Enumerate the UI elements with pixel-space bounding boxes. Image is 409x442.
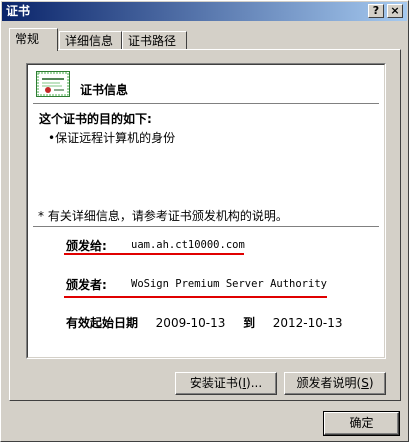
tab-general[interactable]: 常规 [9, 28, 58, 51]
issued-to-underline [64, 253, 244, 255]
close-button[interactable]: × [387, 4, 403, 18]
info-note: * 有关详细信息，请参考证书颁发机构的说明。 [38, 209, 288, 223]
tab-certification-path[interactable]: 证书路径 [122, 31, 187, 50]
divider [33, 226, 379, 227]
divider [33, 103, 379, 104]
purpose-heading: 这个证书的目的如下: [39, 112, 152, 126]
validity-row: 有效起始日期 2009-10-13 到 2012-10-13 [66, 314, 343, 331]
issuer-statement-button[interactable]: 颁发者说明(S) [284, 372, 386, 395]
issued-by-underline [64, 296, 327, 298]
certificate-info-title: 证书信息 [80, 83, 129, 97]
help-button[interactable]: ? [368, 4, 384, 18]
issued-by-value: WoSign Premium Server Authority [131, 278, 327, 290]
valid-to-date: 2012-10-13 [272, 316, 343, 330]
issued-to-value: uam.ah.ct10000.com [131, 239, 245, 251]
issued-to-label: 颁发给: [66, 239, 107, 253]
purpose-item: •保证远程计算机的身份 [48, 131, 176, 145]
ok-button[interactable]: 确定 [323, 411, 400, 436]
title-bar[interactable]: 证书 ? × [2, 2, 407, 21]
certificate-info-panel: 证书信息 这个证书的目的如下: •保证远程计算机的身份 * 有关详细信息，请参考… [26, 63, 386, 359]
issued-by-label: 颁发者: [66, 278, 107, 292]
install-certificate-button[interactable]: 安装证书(I)... [175, 372, 277, 395]
certificate-icon [36, 71, 70, 97]
valid-from-date: 2009-10-13 [155, 316, 226, 330]
tab-details[interactable]: 详细信息 [59, 31, 122, 50]
valid-to-label: 到 [243, 316, 256, 330]
valid-from-label: 有效起始日期 [66, 316, 139, 330]
certificate-dialog: 证书 ? × 常规 详细信息 证书路径 证书信息 这个证书的目的如下: •保证远… [0, 0, 409, 442]
window-title: 证书 [6, 4, 31, 18]
